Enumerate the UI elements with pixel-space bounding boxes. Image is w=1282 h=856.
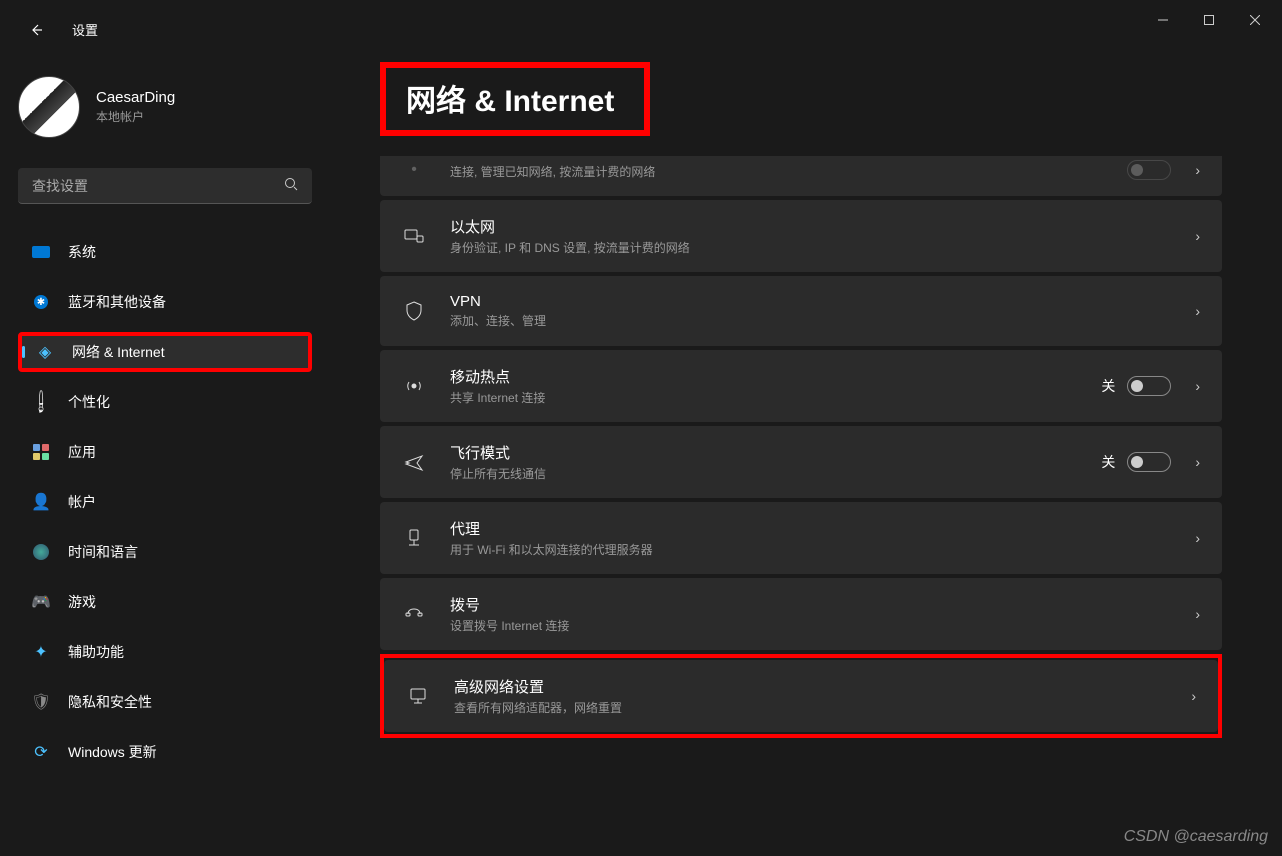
card-title: 高级网络设置 bbox=[454, 676, 1167, 697]
shield-icon: 🛡 bbox=[32, 693, 50, 711]
hotspot-icon bbox=[402, 376, 426, 396]
accessibility-icon: ✦ bbox=[32, 643, 50, 661]
user-icon: 👤 bbox=[32, 493, 50, 511]
avatar bbox=[18, 76, 80, 138]
nav-privacy[interactable]: 🛡 隐私和安全性 bbox=[18, 682, 312, 722]
card-proxy[interactable]: 代理用于 Wi-Fi 和以太网连接的代理服务器 › bbox=[380, 502, 1222, 574]
card-sub: 连接, 管理已知网络, 按流量计费的网络 bbox=[450, 163, 1103, 180]
nav-apps[interactable]: 应用 bbox=[18, 432, 312, 472]
chevron-right-icon: › bbox=[1195, 228, 1200, 244]
chevron-right-icon: › bbox=[1195, 378, 1200, 394]
nav-system[interactable]: 系统 bbox=[18, 232, 312, 272]
nav-accounts[interactable]: 👤 帐户 bbox=[18, 482, 312, 522]
nav-label: 游戏 bbox=[68, 592, 96, 612]
chevron-right-icon: › bbox=[1195, 530, 1200, 546]
chevron-right-icon: › bbox=[1195, 303, 1200, 319]
card-title: 以太网 bbox=[450, 216, 1171, 237]
advanced-network-icon bbox=[406, 686, 430, 706]
nav-personalization[interactable]: 🖌 个性化 bbox=[18, 382, 312, 422]
apps-icon bbox=[32, 443, 50, 461]
nav-label: 隐私和安全性 bbox=[68, 692, 152, 712]
profile-block[interactable]: CaesarDing 本地帐户 bbox=[18, 40, 312, 168]
card-ethernet[interactable]: 以太网身份验证, IP 和 DNS 设置, 按流量计费的网络 › bbox=[380, 200, 1222, 272]
search-input[interactable] bbox=[32, 178, 284, 194]
nav-label: Windows 更新 bbox=[68, 742, 157, 762]
nav-bluetooth[interactable]: ✱ 蓝牙和其他设备 bbox=[18, 282, 312, 322]
globe-icon bbox=[32, 543, 50, 561]
card-vpn[interactable]: VPN 添加、连接、管理 › bbox=[380, 276, 1222, 346]
nav-network[interactable]: ◈ 网络 & Internet bbox=[18, 332, 312, 372]
bluetooth-icon: ✱ bbox=[32, 293, 50, 311]
proxy-icon bbox=[402, 528, 426, 548]
nav-label: 蓝牙和其他设备 bbox=[68, 292, 166, 312]
brush-icon: 🖌 bbox=[28, 389, 53, 414]
close-button[interactable] bbox=[1232, 4, 1278, 36]
maximize-button[interactable] bbox=[1186, 4, 1232, 36]
chevron-right-icon: › bbox=[1195, 606, 1200, 622]
nav-gaming[interactable]: 🎮 游戏 bbox=[18, 582, 312, 622]
hotspot-toggle[interactable] bbox=[1127, 376, 1171, 396]
airplane-toggle[interactable] bbox=[1127, 452, 1171, 472]
game-icon: 🎮 bbox=[32, 593, 50, 611]
nav-update[interactable]: ⟳ Windows 更新 bbox=[18, 732, 312, 772]
network-icon: ◈ bbox=[36, 343, 54, 361]
card-title: 代理 bbox=[450, 518, 1171, 539]
display-icon bbox=[32, 243, 50, 261]
toggle-label: 关 bbox=[1101, 376, 1115, 396]
update-icon: ⟳ bbox=[32, 743, 50, 761]
card-sub: 添加、连接、管理 bbox=[450, 312, 1171, 329]
card-sub: 用于 Wi-Fi 和以太网连接的代理服务器 bbox=[450, 541, 1171, 558]
profile-name: CaesarDing bbox=[96, 89, 175, 106]
page-title: 网络 & Internet bbox=[380, 62, 650, 136]
card-title: VPN bbox=[450, 293, 1171, 310]
card-sub: 身份验证, IP 和 DNS 设置, 按流量计费的网络 bbox=[450, 239, 1171, 256]
chevron-right-icon: › bbox=[1191, 688, 1196, 704]
search-box[interactable] bbox=[18, 168, 312, 204]
card-title: 飞行模式 bbox=[450, 442, 1077, 463]
vpn-shield-icon bbox=[402, 301, 426, 321]
card-sub: 查看所有网络适配器，网络重置 bbox=[454, 699, 1167, 716]
profile-sub: 本地帐户 bbox=[96, 108, 175, 125]
toggle-label: 关 bbox=[1101, 452, 1115, 472]
wifi-icon: • bbox=[402, 161, 426, 179]
nav-time[interactable]: 时间和语言 bbox=[18, 532, 312, 572]
nav-list: 系统 ✱ 蓝牙和其他设备 ◈ 网络 & Internet 🖌 个性化 应用 👤 帐户 时… bbox=[18, 232, 312, 782]
chevron-right-icon: › bbox=[1195, 162, 1200, 178]
chevron-right-icon: › bbox=[1195, 454, 1200, 470]
card-advanced[interactable]: 高级网络设置查看所有网络适配器，网络重置 › bbox=[384, 660, 1218, 732]
phone-icon bbox=[402, 604, 426, 624]
nav-label: 辅助功能 bbox=[68, 642, 124, 662]
nav-label: 网络 & Internet bbox=[72, 342, 165, 362]
card-wifi-partial[interactable]: • 连接, 管理已知网络, 按流量计费的网络 › bbox=[380, 156, 1222, 196]
app-title: 设置 bbox=[72, 20, 98, 39]
sidebar: CaesarDing 本地帐户 系统 ✱ 蓝牙和其他设备 ◈ 网络 & Intern… bbox=[0, 40, 330, 856]
card-hotspot[interactable]: 移动热点共享 Internet 连接 关 › bbox=[380, 350, 1222, 422]
back-button[interactable] bbox=[28, 22, 44, 38]
nav-label: 时间和语言 bbox=[68, 542, 138, 562]
card-sub: 设置拨号 Internet 连接 bbox=[450, 617, 1171, 634]
card-title: 拨号 bbox=[450, 594, 1171, 615]
minimize-button[interactable] bbox=[1140, 4, 1186, 36]
card-dialup[interactable]: 拨号设置拨号 Internet 连接 › bbox=[380, 578, 1222, 650]
watermark: CSDN @caesarding bbox=[1124, 828, 1268, 846]
card-title: 移动热点 bbox=[450, 366, 1077, 387]
wifi-toggle[interactable] bbox=[1127, 160, 1171, 180]
nav-label: 系统 bbox=[68, 242, 96, 262]
main-content: 网络 & Internet • 连接, 管理已知网络, 按流量计费的网络 › 以… bbox=[330, 40, 1282, 856]
search-icon bbox=[284, 177, 298, 194]
nav-accessibility[interactable]: ✦ 辅助功能 bbox=[18, 632, 312, 672]
airplane-icon bbox=[402, 452, 426, 472]
card-sub: 停止所有无线通信 bbox=[450, 465, 1077, 482]
card-sub: 共享 Internet 连接 bbox=[450, 389, 1077, 406]
nav-label: 个性化 bbox=[68, 392, 110, 412]
nav-label: 帐户 bbox=[68, 492, 96, 512]
nav-label: 应用 bbox=[68, 442, 96, 462]
card-airplane[interactable]: 飞行模式停止所有无线通信 关 › bbox=[380, 426, 1222, 498]
ethernet-icon bbox=[402, 226, 426, 246]
